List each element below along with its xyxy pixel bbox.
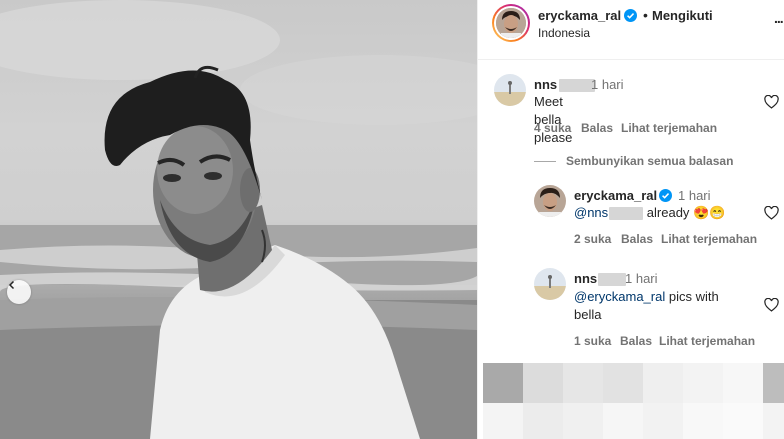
reply-mention[interactable]: @eryckama_ral	[574, 289, 665, 304]
post-photo	[0, 0, 477, 439]
reply-avatar[interactable]	[534, 268, 566, 300]
reply-avatar[interactable]	[534, 185, 566, 217]
author-avatar[interactable]	[492, 4, 530, 42]
reply-username[interactable]: nns	[574, 271, 627, 287]
hide-replies-button[interactable]: Sembunyikan semua balasan	[534, 154, 733, 168]
reply-text: @eryckama_ral pics with bella	[574, 289, 719, 322]
redacted-name	[559, 79, 596, 93]
reply-likes[interactable]: 2 suka	[574, 232, 611, 246]
heart-outline-icon[interactable]	[764, 205, 779, 225]
reply-mention[interactable]: @nns	[574, 205, 608, 220]
reply-translate-button[interactable]: Lihat terjemahan	[659, 334, 755, 348]
reply-emojis: 😍😁	[693, 205, 726, 220]
comment-likes[interactable]: 4 suka	[534, 121, 571, 135]
post-location[interactable]: Indonesia	[538, 26, 590, 40]
comment-time: 1 hari	[591, 77, 624, 92]
comment-text: Meet bella please	[534, 94, 573, 145]
redacted-name	[609, 207, 644, 221]
heart-outline-icon[interactable]	[764, 297, 779, 317]
reply-username[interactable]: eryckama_ral	[574, 188, 657, 203]
reply-time: 1 hari	[678, 188, 711, 203]
reply-reply-button[interactable]: Balas	[620, 334, 652, 348]
comment-reply-button[interactable]: Balas	[581, 121, 613, 135]
post-photo-image	[0, 0, 477, 439]
redacted-area	[483, 363, 784, 439]
comment-username[interactable]: nns	[534, 77, 596, 93]
redacted-name	[598, 273, 627, 287]
following-button[interactable]: Mengikuti	[652, 8, 713, 23]
reply-time: 1 hari	[625, 271, 658, 286]
hide-replies-label: Sembunyikan semua balasan	[566, 154, 734, 168]
comment-translate-button[interactable]: Lihat terjemahan	[621, 121, 717, 135]
more-options-icon[interactable]: ...	[774, 10, 784, 26]
commenter-avatar[interactable]	[494, 74, 526, 106]
reply-text: @nns already 😍😁	[574, 205, 726, 221]
post-side-panel: eryckama_ral • Mengikuti Indonesia ... n…	[477, 0, 784, 439]
reply-translate-button[interactable]: Lihat terjemahan	[661, 232, 757, 246]
hide-replies-line	[534, 161, 556, 163]
carousel-prev-button[interactable]	[7, 280, 31, 304]
heart-outline-icon[interactable]	[764, 94, 779, 114]
post-header: eryckama_ral • Mengikuti Indonesia ...	[478, 0, 784, 60]
verified-badge-icon	[624, 9, 637, 27]
header-separator: •	[643, 7, 648, 23]
reply-reply-button[interactable]: Balas	[621, 232, 653, 246]
reply-likes[interactable]: 1 suka	[574, 334, 611, 348]
author-username[interactable]: eryckama_ral	[538, 8, 621, 23]
